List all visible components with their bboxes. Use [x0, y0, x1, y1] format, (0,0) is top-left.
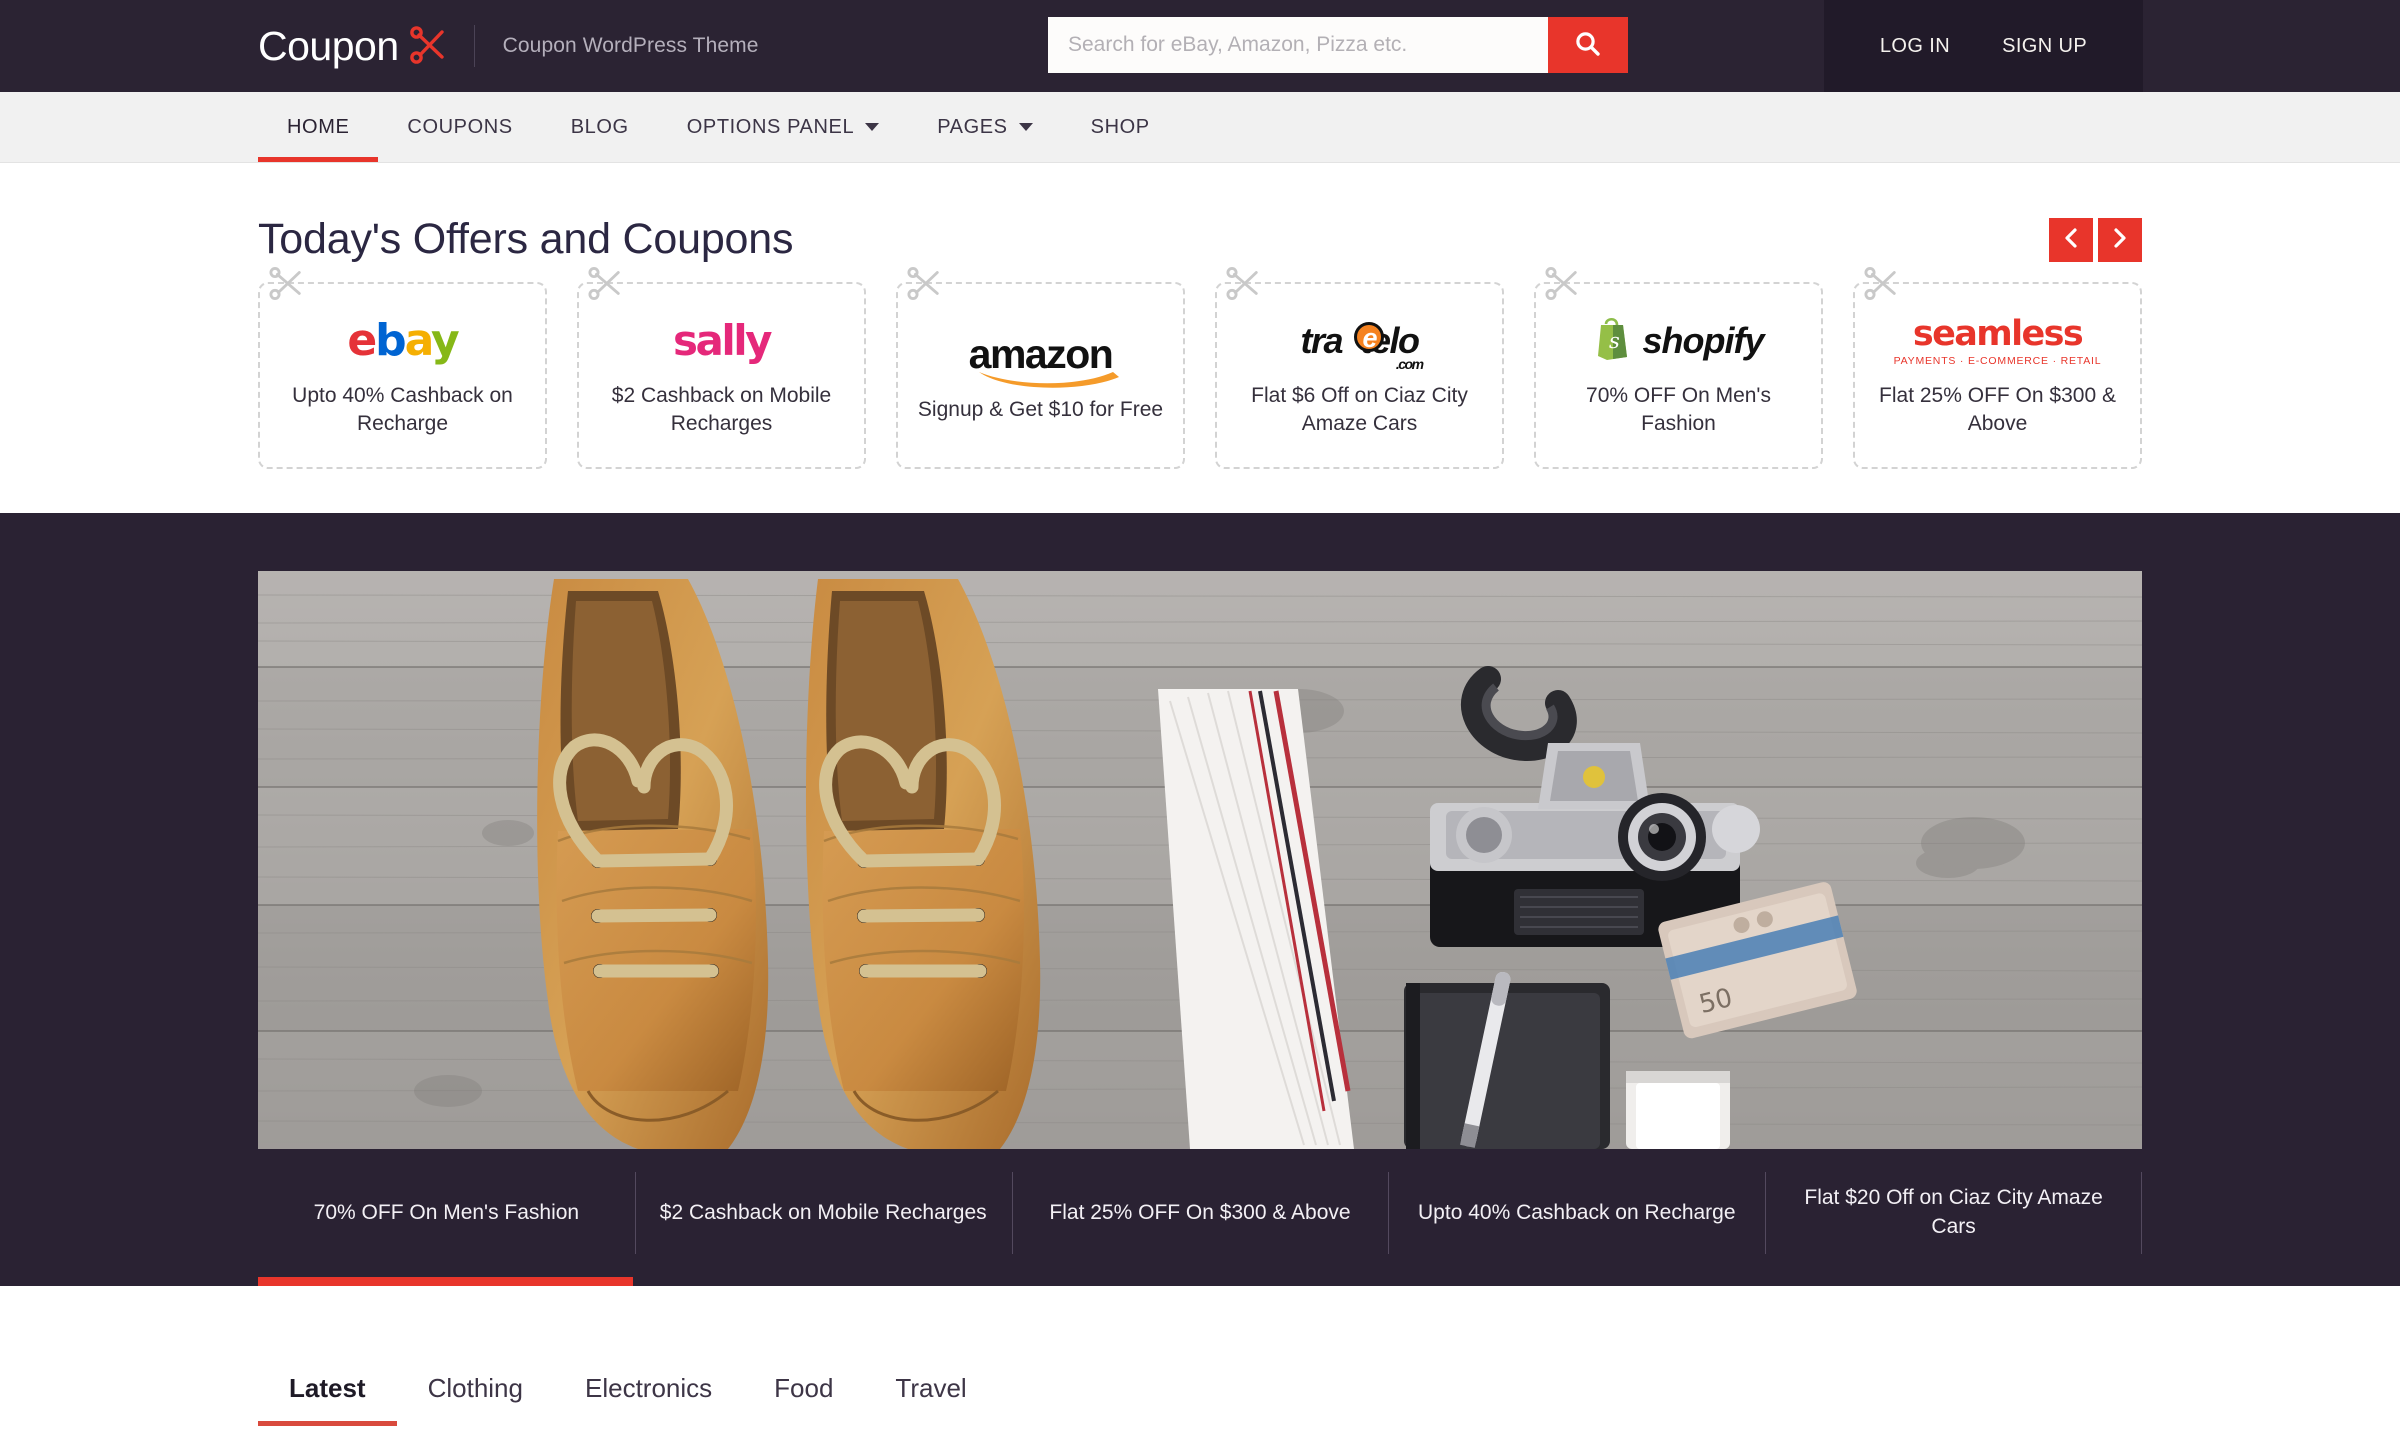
svg-text:s: s [1609, 329, 1620, 353]
search-bar [1048, 17, 1628, 73]
hero-progress-fill [258, 1277, 633, 1286]
search-input[interactable] [1048, 17, 1548, 73]
login-button[interactable]: LOG IN [1880, 35, 1950, 58]
coupon-card-sally[interactable]: sally $2 Cashback on Mobile Recharges [577, 266, 866, 469]
brand-logo-shopify: s shopify [1593, 314, 1765, 368]
search-icon [1573, 29, 1603, 62]
auth-zone: LOG IN SIGN UP [1824, 0, 2143, 92]
tab-latest[interactable]: Latest [258, 1373, 397, 1426]
brand-logo-sally: sally [672, 314, 773, 368]
hero-caption-4[interactable]: Upto 40% Cashback on Recharge [1388, 1199, 1765, 1228]
tab-food[interactable]: Food [743, 1373, 864, 1426]
chevron-left-icon [2061, 226, 2081, 253]
brand-logo-amazon: amazon [969, 328, 1119, 388]
ebay-logo-e: e [347, 315, 377, 367]
chevron-right-icon [2110, 226, 2130, 253]
brand-logo-seamless: seamless PAYMENTS · E-COMMERCE · RETAIL [1894, 314, 2102, 368]
traetelo-logo-pre: tra [1300, 319, 1343, 361]
ebay-logo-b: b [375, 315, 406, 367]
brand-logo-ebay: ebay [347, 314, 460, 368]
nav-label: SHOP [1090, 115, 1150, 138]
tab-clothing[interactable]: Clothing [397, 1373, 554, 1426]
hero-caption-2[interactable]: $2 Cashback on Mobile Recharges [635, 1199, 1012, 1228]
coupon-description: Upto 40% Cashback on Recharge [292, 383, 513, 435]
coupon-description: $2 Cashback on Mobile Recharges [611, 383, 832, 435]
main-navigation: HOME COUPONS BLOG OPTIONS PANEL PAGES SH… [0, 92, 2400, 163]
tab-electronics[interactable]: Electronics [554, 1373, 743, 1426]
nav-item-shop[interactable]: SHOP [1062, 92, 1179, 162]
hero-progress-bar [258, 1277, 2142, 1286]
nav-label: PAGES [937, 115, 1008, 138]
hero-image-artwork: 50 [258, 571, 2142, 1149]
nav-item-coupons[interactable]: COUPONS [378, 92, 541, 162]
hero-banner-image[interactable]: 50 [258, 571, 2142, 1149]
brand-logo-traetelo: traetelo e .com [1300, 314, 1424, 372]
scissors-icon [406, 23, 448, 70]
search-button[interactable] [1548, 17, 1628, 73]
seamless-logo-subtitle: PAYMENTS · E-COMMERCE · RETAIL [1893, 355, 2102, 368]
ebay-logo-y: y [431, 315, 460, 367]
amazon-smile-icon [978, 372, 1119, 388]
hero-caption-5[interactable]: Flat $20 Off on Ciaz City Amaze Cars [1765, 1184, 2142, 1241]
nav-item-options-panel[interactable]: OPTIONS PANEL [658, 92, 908, 162]
featured-hero-section: 50 70% OFF On Men's Fashion $2 Cashback … [0, 513, 2400, 1286]
shopify-logo-text: shopify [1642, 319, 1764, 361]
nav-label: OPTIONS PANEL [686, 115, 855, 138]
brand-divider [473, 25, 475, 67]
coupon-description: Signup & Get $10 for Free [917, 397, 1164, 421]
site-logo-text: Coupon [258, 22, 399, 69]
traetelo-logo-com: .com [1395, 355, 1424, 372]
nav-item-home[interactable]: HOME [258, 92, 379, 162]
ebay-logo-a: a [404, 315, 433, 367]
tab-label: Clothing [427, 1373, 523, 1403]
shopify-bag-icon: s [1593, 315, 1633, 366]
scissors-icon [584, 263, 624, 308]
carousel-prev-button[interactable] [2049, 217, 2093, 262]
carousel-controls [2049, 217, 2142, 262]
coupon-card-shopify[interactable]: s shopify 70% OFF On Men's Fashion [1534, 266, 1823, 469]
hero-caption-1[interactable]: 70% OFF On Men's Fashion [258, 1199, 635, 1228]
seamless-logo-text: seamless [1912, 314, 2084, 355]
site-tagline: Coupon WordPress Theme [502, 34, 759, 57]
todays-offers-section: Today's Offers and Coupons ebay Upto 40%… [0, 163, 2400, 513]
sally-logo-text: sally [672, 316, 773, 366]
brand-zone[interactable]: Coupon Coupon WordPress Theme [258, 23, 759, 70]
coupon-card-list: ebay Upto 40% Cashback on Recharge sally… [258, 266, 2142, 513]
nav-label: COUPONS [407, 115, 513, 138]
coupon-description: Flat $6 Off on Ciaz City Amaze Cars [1251, 383, 1468, 435]
traetelo-logo-e: e [1362, 322, 1377, 353]
tab-label: Food [774, 1373, 834, 1403]
tab-label: Travel [895, 1373, 967, 1403]
top-header-bar: Coupon Coupon WordPress Theme Search for… [0, 0, 2400, 92]
hero-caption-3[interactable]: Flat 25% OFF On $300 & Above [1012, 1199, 1389, 1228]
nav-item-blog[interactable]: BLOG [542, 92, 658, 162]
coupon-description: Flat 25% OFF On $300 & Above [1879, 383, 2116, 435]
scissors-icon [1860, 263, 1900, 308]
coupon-description: 70% OFF On Men's Fashion [1586, 383, 1771, 435]
coupon-card-amazon[interactable]: amazon Signup & Get $10 for Free [896, 266, 1185, 469]
hero-caption-list: 70% OFF On Men's Fashion $2 Cashback on … [258, 1149, 2142, 1277]
chevron-down-icon [865, 123, 880, 131]
tab-travel[interactable]: Travel [864, 1373, 997, 1426]
scissors-icon [1222, 263, 1262, 308]
carousel-next-button[interactable] [2098, 217, 2142, 262]
scissors-icon [265, 263, 305, 308]
scissors-icon [1541, 263, 1581, 308]
tab-label: Electronics [584, 1373, 713, 1403]
nav-label: BLOG [570, 115, 629, 138]
category-tab-bar: Latest Clothing Electronics Food Travel [0, 1286, 2400, 1426]
signup-button[interactable]: SIGN UP [2002, 35, 2087, 58]
nav-item-pages[interactable]: PAGES [908, 92, 1061, 162]
nav-label: HOME [287, 115, 350, 138]
coupon-card-traetelo[interactable]: traetelo e .com Flat $6 Off on Ciaz City… [1215, 266, 1504, 469]
offers-title: Today's Offers and Coupons [258, 215, 794, 263]
chevron-down-icon [1018, 123, 1033, 131]
tab-label: Latest [289, 1373, 366, 1403]
coupon-card-ebay[interactable]: ebay Upto 40% Cashback on Recharge [258, 266, 547, 469]
scissors-icon [903, 263, 943, 308]
coupon-card-seamless[interactable]: seamless PAYMENTS · E-COMMERCE · RETAIL … [1853, 266, 2142, 469]
